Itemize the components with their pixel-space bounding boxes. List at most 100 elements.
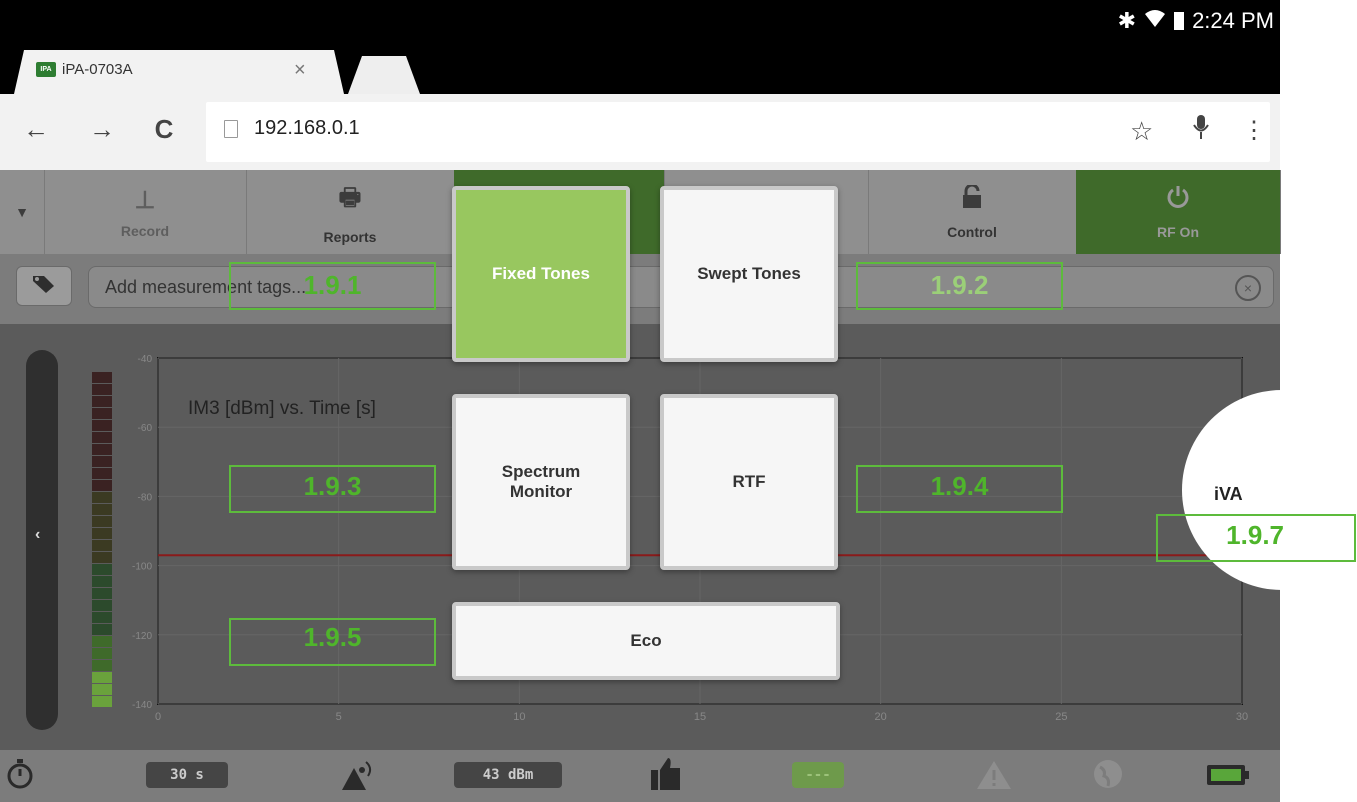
back-icon[interactable]: ← xyxy=(18,114,54,145)
meter-segment xyxy=(92,456,112,467)
pin-icon: ⊥ xyxy=(134,186,156,214)
browser-toolbar: ← → C 192.168.0.1 ☆ ⋮ xyxy=(0,94,1280,170)
globe-icon[interactable] xyxy=(1092,758,1124,795)
meter-segment xyxy=(92,408,112,419)
power-pill[interactable]: 43 dBm xyxy=(454,762,562,788)
meter-segment xyxy=(92,432,112,443)
control-label: Control xyxy=(947,223,997,240)
annotation-1-9-1: 1.9.1 xyxy=(229,262,436,310)
record-label: Record xyxy=(120,222,170,239)
meter-segment xyxy=(92,636,112,647)
stopwatch-icon[interactable] xyxy=(6,758,34,795)
favicon-icon: IPA xyxy=(36,62,56,77)
clock: 2:24 PM xyxy=(1192,8,1274,33)
x-tick-label: 5 xyxy=(336,711,342,723)
meter-segment xyxy=(92,672,112,683)
android-status-bar: ✱ 2:24 PM IPA iPA-0703A × xyxy=(0,0,1280,94)
warning-icon[interactable] xyxy=(976,760,1012,795)
y-tick-label: -60 xyxy=(138,423,153,434)
tag-button[interactable] xyxy=(16,266,72,306)
rtf-button[interactable]: RTF xyxy=(660,394,838,570)
meter-segment xyxy=(92,384,112,395)
meter-segment xyxy=(92,588,112,599)
y-tick-label: -140 xyxy=(132,700,152,711)
toolbar-dropdown[interactable]: ▼ xyxy=(0,170,45,254)
chart-title: IM3 [dBm] vs. Time [s] xyxy=(188,398,376,419)
fixed-tones-button[interactable]: Fixed Tones xyxy=(452,186,630,362)
meter-segment xyxy=(92,564,112,575)
reload-icon[interactable]: C xyxy=(146,114,182,145)
x-tick-label: 20 xyxy=(875,711,887,723)
battery-level-icon xyxy=(1206,764,1250,791)
url-text[interactable]: 192.168.0.1 xyxy=(254,117,360,140)
x-tick-label: 0 xyxy=(155,711,161,723)
status-icons: ✱ 2:24 PM xyxy=(1118,8,1274,34)
meter-segment xyxy=(92,468,112,479)
x-tick-label: 30 xyxy=(1236,711,1248,723)
x-tick-label: 15 xyxy=(694,711,706,723)
meter-segment xyxy=(92,648,112,659)
meter-segment xyxy=(92,684,112,695)
bookmark-star-icon[interactable]: ☆ xyxy=(1130,116,1153,147)
swept-tones-button[interactable]: Swept Tones xyxy=(660,186,838,362)
meter-segment xyxy=(92,696,112,707)
control-button[interactable]: Control xyxy=(868,170,1077,254)
status-pill[interactable]: --- xyxy=(792,762,844,788)
meter-segment xyxy=(92,516,112,527)
iva-label: iVA xyxy=(1214,484,1243,504)
meter-segment xyxy=(92,492,112,503)
new-tab-button[interactable] xyxy=(348,56,420,94)
clear-icon[interactable]: × xyxy=(1235,275,1261,301)
meter-segment xyxy=(92,576,112,587)
y-tick-label: -40 xyxy=(138,354,153,365)
thumbs-up-icon[interactable] xyxy=(650,756,682,797)
antenna-icon[interactable] xyxy=(340,758,376,797)
reports-button[interactable]: 🖶 Reports xyxy=(246,170,455,254)
annotation-1-9-4: 1.9.4 xyxy=(856,465,1063,513)
mic-icon[interactable] xyxy=(1193,114,1209,146)
meter-segment xyxy=(92,552,112,563)
chevron-left-icon: ‹ xyxy=(35,526,41,543)
level-meter xyxy=(92,372,112,708)
eco-button[interactable]: Eco xyxy=(452,602,840,680)
record-button[interactable]: ⊥ Record xyxy=(44,170,247,254)
power-icon xyxy=(1166,185,1190,216)
overflow-menu-icon[interactable]: ⋮ xyxy=(1242,116,1266,145)
page-icon xyxy=(224,120,238,138)
app-content: ▼ ⊥ Record 🖶 Reports Control RF On Add m… xyxy=(0,170,1281,802)
side-panel-toggle[interactable]: ‹ xyxy=(26,350,58,730)
annotation-1-9-7: 1.9.7 xyxy=(1156,514,1356,562)
annotation-1-9-2: 1.9.2 xyxy=(856,262,1063,310)
meter-segment xyxy=(92,660,112,671)
browser-tab[interactable]: IPA iPA-0703A × xyxy=(14,50,344,94)
spectrum-monitor-label-line2: Monitor xyxy=(509,482,573,501)
y-tick-label: -80 xyxy=(138,492,153,503)
wifi-icon xyxy=(1144,8,1166,34)
annotation-1-9-5: 1.9.5 xyxy=(229,618,436,666)
caret-down-icon: ▼ xyxy=(15,204,29,220)
tab-title: iPA-0703A xyxy=(62,61,133,78)
tab-close-icon[interactable]: × xyxy=(294,59,306,82)
bottom-status-bar: 30 s 43 dBm --- xyxy=(0,750,1280,802)
battery-icon xyxy=(1174,12,1185,30)
rf-on-button[interactable]: RF On xyxy=(1076,170,1281,254)
y-tick-label: -100 xyxy=(132,562,152,573)
spectrum-monitor-button[interactable]: Spectrum Monitor xyxy=(452,394,630,570)
meter-segment xyxy=(92,612,112,623)
meter-segment xyxy=(92,624,112,635)
forward-icon[interactable]: → xyxy=(84,114,120,145)
meter-segment xyxy=(92,444,112,455)
reports-label: Reports xyxy=(323,228,377,245)
meter-segment xyxy=(92,372,112,383)
meter-segment xyxy=(92,480,112,491)
y-tick-label: -120 xyxy=(132,631,152,642)
meter-segment xyxy=(92,396,112,407)
app-toolbar: ▼ ⊥ Record 🖶 Reports Control RF On xyxy=(0,170,1281,254)
annotation-1-9-3: 1.9.3 xyxy=(229,465,436,513)
meter-segment xyxy=(92,528,112,539)
x-tick-label: 25 xyxy=(1055,711,1067,723)
timer-pill[interactable]: 30 s xyxy=(146,762,228,788)
tag-row: Add measurement tags... × xyxy=(0,254,1280,324)
url-bar[interactable]: 192.168.0.1 ☆ ⋮ xyxy=(206,102,1270,162)
meter-segment xyxy=(92,540,112,551)
